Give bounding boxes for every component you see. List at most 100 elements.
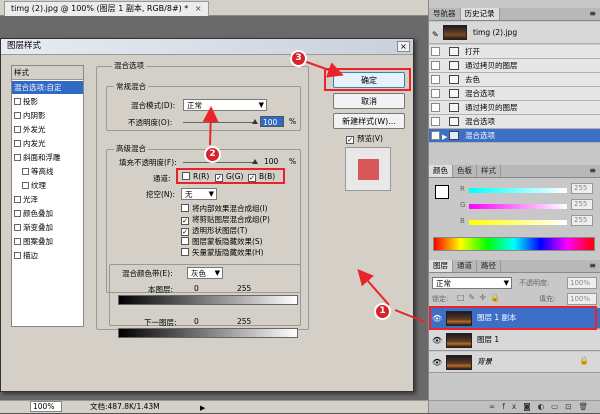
eye-icon[interactable]: 👁 — [432, 336, 442, 345]
style-item-texture[interactable]: 纹理 — [12, 179, 83, 192]
style-checkbox[interactable] — [14, 196, 21, 203]
tab-styles[interactable]: 样式 — [477, 165, 501, 177]
option-blend-interior[interactable]: 将内部效果混合成组(I) — [181, 203, 268, 214]
layer-fill-field[interactable]: 100% — [567, 293, 597, 305]
history-source-checkbox[interactable] — [431, 75, 440, 84]
style-checkbox[interactable] — [14, 112, 21, 119]
checkmark-icon[interactable]: ✓ — [346, 136, 354, 144]
tab-swatches[interactable]: 色板 — [453, 165, 477, 177]
zoom-field[interactable]: 100% — [30, 401, 62, 412]
style-item-stroke[interactable]: 描边 — [12, 249, 83, 262]
history-slider-icon[interactable]: ▶ — [442, 131, 447, 144]
panel-menu-icon[interactable]: ≡ — [589, 8, 596, 20]
style-item-inner-shadow[interactable]: 内阴影 — [12, 109, 83, 122]
b-slider-track[interactable] — [469, 220, 567, 225]
opacity-input[interactable]: 100 — [260, 116, 284, 127]
checkmark-icon[interactable]: ✓ — [181, 217, 189, 225]
style-checkbox[interactable] — [14, 224, 21, 231]
ok-button[interactable]: 确定 — [333, 72, 405, 88]
checkbox-unchecked[interactable] — [181, 204, 189, 212]
new-style-button[interactable]: 新建样式(W)... — [333, 113, 405, 129]
r-slider-track[interactable] — [469, 188, 567, 193]
document-tab[interactable]: timg (2).jpg @ 100% (图层 1 副本, RGB/8#) * … — [4, 1, 209, 16]
checkbox-unchecked[interactable] — [181, 237, 189, 245]
pencil-icon[interactable]: ✎ — [432, 28, 439, 41]
history-item[interactable]: 通过拷贝的图层 — [429, 59, 600, 73]
knockout-select[interactable]: 无 ▼ — [181, 188, 217, 200]
history-item[interactable]: 混合选项 — [429, 115, 600, 129]
style-checkbox[interactable] — [22, 168, 29, 175]
style-item-contour[interactable]: 等高线 — [12, 165, 83, 178]
dialog-titlebar[interactable]: 图层样式 — [1, 39, 413, 55]
style-checkbox[interactable] — [14, 210, 21, 217]
history-source-checkbox[interactable] — [431, 47, 440, 56]
style-item-blending-options[interactable]: 混合选项:自定 — [12, 81, 83, 94]
eye-icon[interactable]: 👁 — [432, 314, 442, 323]
color-spectrum-bar[interactable] — [433, 237, 595, 251]
option-vector-mask-hides[interactable]: 矢量蒙版隐藏效果(H) — [181, 247, 264, 258]
g-slider-track[interactable] — [469, 204, 567, 209]
fill-opacity-slider-track[interactable] — [183, 162, 255, 163]
folder-icon[interactable]: ▭ — [551, 402, 565, 411]
tab-channels[interactable]: 通道 — [453, 260, 477, 272]
history-item-selected[interactable]: ▶ 混合选项 — [429, 129, 600, 143]
panel-menu-icon[interactable]: ≡ — [589, 260, 596, 272]
opacity-slider-knob[interactable] — [252, 119, 258, 124]
history-item[interactable]: 去色 — [429, 73, 600, 87]
layer-row[interactable]: 👁 图层 1 — [429, 330, 600, 351]
history-item[interactable]: 打开 — [429, 45, 600, 59]
fill-opacity-value[interactable]: 100 — [264, 157, 278, 166]
fill-opacity-slider-knob[interactable] — [252, 159, 258, 164]
history-source-checkbox[interactable] — [431, 89, 440, 98]
checkmark-icon[interactable]: ✓ — [248, 174, 256, 182]
checkmark-icon[interactable]: ✓ — [215, 174, 223, 182]
history-source-checkbox[interactable] — [431, 103, 440, 112]
link-icon[interactable]: ∞ — [489, 402, 502, 411]
mask-icon[interactable]: ◙ — [523, 402, 537, 411]
history-item[interactable]: 通过拷贝的图层 — [429, 101, 600, 115]
blend-if-select[interactable]: 灰色 ▼ — [187, 267, 223, 279]
preview-checkbox[interactable]: ✓ 预览(V) — [346, 133, 383, 144]
history-source-checkbox[interactable] — [431, 117, 440, 126]
channel-g-checkbox[interactable]: ✓ G(G) — [215, 172, 243, 182]
lock-options-icon[interactable]: □✎✛🔒 — [457, 293, 504, 302]
panel-menu-icon[interactable]: ≡ — [589, 165, 596, 177]
style-checkbox[interactable] — [14, 238, 21, 245]
r-value-field[interactable]: 255 — [571, 183, 593, 194]
checkbox-unchecked[interactable] — [181, 248, 189, 256]
channel-b-checkbox[interactable]: ✓ B(B) — [248, 172, 275, 182]
option-transparency-shapes[interactable]: ✓ 透明形状图层(T) — [181, 225, 247, 236]
close-icon[interactable]: × — [397, 41, 410, 52]
history-snapshot[interactable]: ✎ timg (2).jpg — [429, 22, 600, 44]
tab-paths[interactable]: 路径 — [477, 260, 501, 272]
style-item-pattern-overlay[interactable]: 图案叠加 — [12, 235, 83, 248]
history-source-checkbox[interactable] — [431, 131, 440, 140]
checkmark-icon[interactable]: ✓ — [181, 228, 189, 236]
layer-blend-mode-select[interactable]: 正常 ▼ — [432, 277, 512, 289]
style-item-drop-shadow[interactable]: 投影 — [12, 95, 83, 108]
checkbox-unchecked[interactable] — [182, 172, 190, 180]
b-value-field[interactable]: 255 — [571, 215, 593, 226]
status-arrow-icon[interactable]: ▶ — [200, 402, 205, 414]
option-layer-mask-hides[interactable]: 图层蒙板隐藏效果(S) — [181, 236, 263, 247]
history-item[interactable]: 混合选项 — [429, 87, 600, 101]
style-item-outer-glow[interactable]: 外发光 — [12, 123, 83, 136]
style-checkbox[interactable] — [22, 182, 29, 189]
cancel-button[interactable]: 取消 — [333, 93, 405, 109]
underlying-layer-gradient-slider[interactable] — [118, 328, 298, 338]
trash-icon[interactable]: 🗑 — [579, 402, 596, 411]
new-layer-icon[interactable]: ⊡ — [565, 402, 578, 411]
channel-r-checkbox[interactable]: R(R) — [182, 172, 209, 181]
fx-icon[interactable]: fx — [502, 402, 523, 411]
style-checkbox[interactable] — [14, 98, 21, 105]
layer-opacity-field[interactable]: 100% — [567, 277, 597, 289]
history-source-checkbox[interactable] — [431, 61, 440, 70]
tab-layers[interactable]: 图层 — [429, 260, 453, 272]
layer-row[interactable]: 👁 背景 🔒 — [429, 352, 600, 373]
blend-mode-select[interactable]: 正常 ▼ — [183, 99, 267, 111]
g-value-field[interactable]: 255 — [571, 199, 593, 210]
eye-icon[interactable]: 👁 — [432, 358, 442, 367]
style-checkbox[interactable] — [14, 252, 21, 259]
tab-navigator[interactable]: 导航器 — [429, 8, 461, 20]
tab-history[interactable]: 历史记录 — [460, 8, 500, 20]
